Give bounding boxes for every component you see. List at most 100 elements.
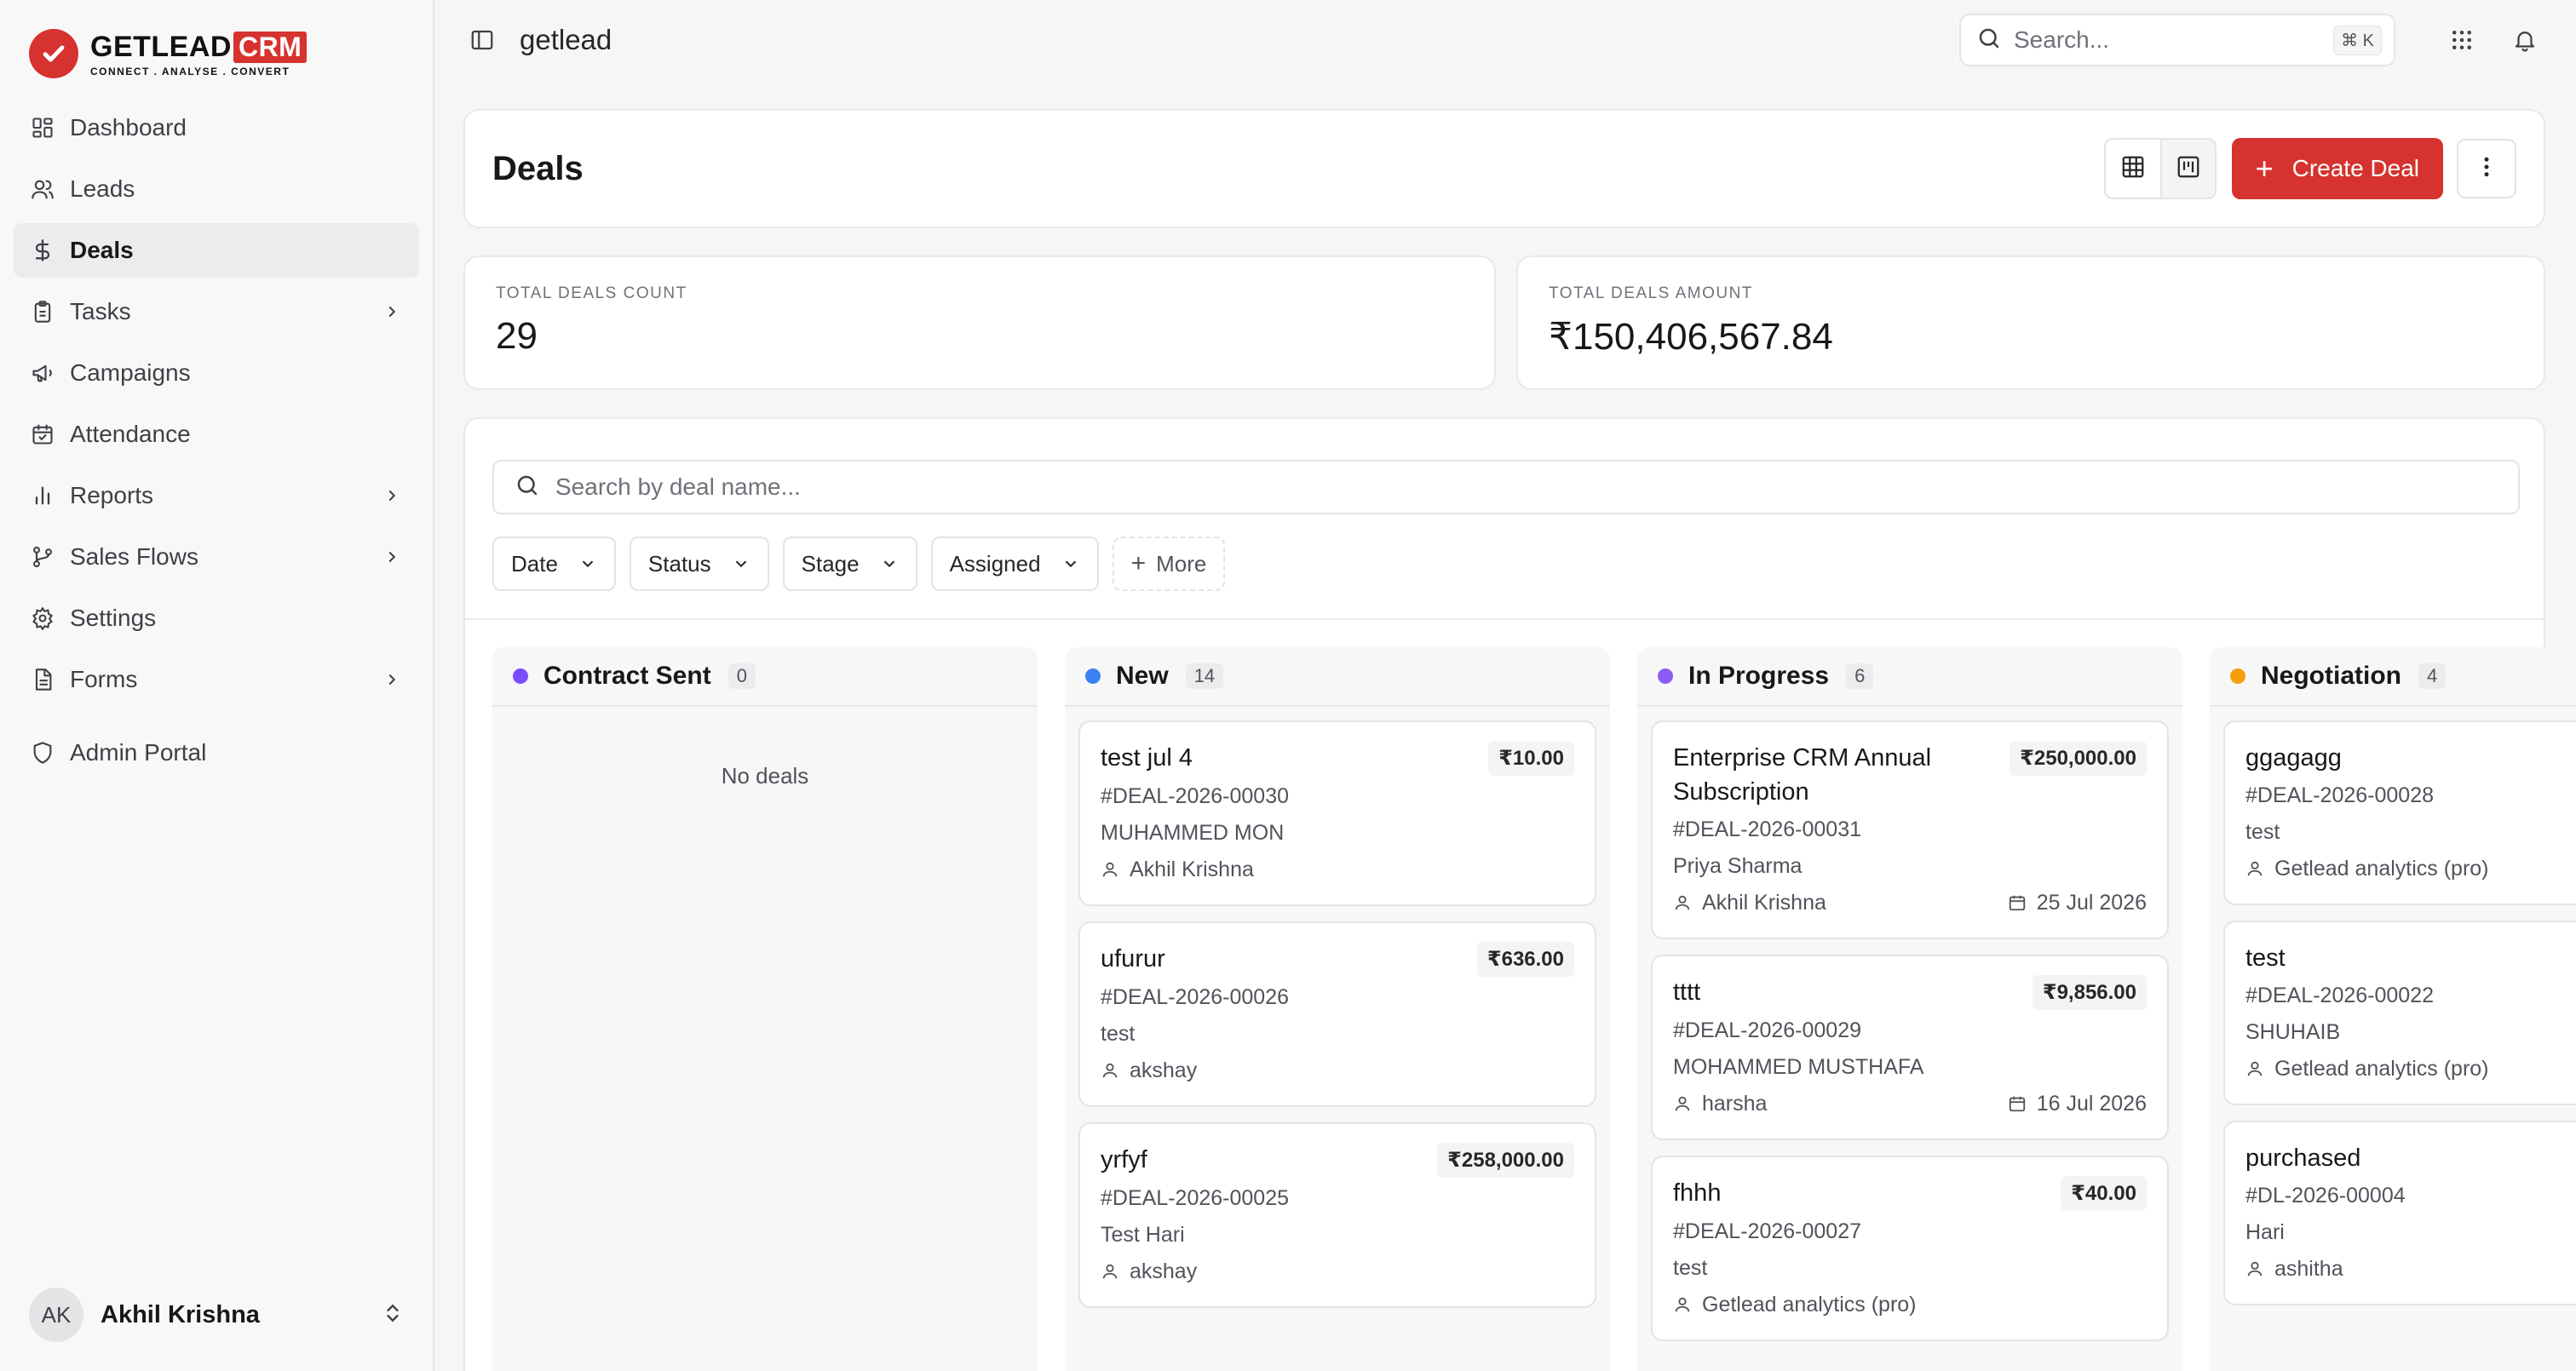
calendar-check-icon bbox=[29, 421, 56, 448]
empty-state: No deals bbox=[721, 763, 809, 789]
sidebar-item-leads[interactable]: Leads bbox=[14, 162, 419, 216]
bar-chart-icon bbox=[29, 482, 56, 509]
column-title: New bbox=[1116, 662, 1169, 690]
sidebar-item-label: Admin Portal bbox=[70, 739, 207, 766]
bell-icon[interactable] bbox=[2504, 20, 2545, 60]
kanban-view-button[interactable] bbox=[2159, 140, 2215, 198]
filter-assigned[interactable]: Assigned bbox=[930, 536, 1099, 591]
filter-date[interactable]: Date bbox=[492, 536, 616, 591]
deal-owner: ashitha bbox=[2274, 1257, 2343, 1281]
search-shortcut: ⌘ K bbox=[2333, 25, 2382, 55]
search-placeholder: Search... bbox=[2014, 26, 2110, 53]
chevrons-up-down-icon bbox=[382, 1302, 404, 1328]
deal-search-placeholder: Search by deal name... bbox=[555, 473, 801, 500]
global-search-input[interactable]: Search... ⌘ K bbox=[1959, 14, 2395, 66]
sidebar-item-sales-flows[interactable]: Sales Flows bbox=[14, 530, 419, 584]
table-view-button[interactable] bbox=[2106, 140, 2160, 198]
deal-card[interactable]: ggagagg #DEAL-2026-00028 test Getlead an… bbox=[2223, 720, 2576, 905]
deal-search-input[interactable]: Search by deal name... bbox=[492, 460, 2520, 514]
table-icon bbox=[2120, 154, 2146, 184]
sidebar-item-admin-portal[interactable]: Admin Portal bbox=[14, 726, 419, 780]
deal-contact: test bbox=[1673, 1256, 1708, 1280]
stat-value: 29 bbox=[496, 315, 538, 357]
deal-card[interactable]: Enterprise CRM Annual Subscription ₹250,0… bbox=[1651, 720, 2169, 939]
plus-icon: + bbox=[1130, 549, 1147, 577]
user-icon bbox=[1673, 893, 1693, 914]
sidebar-item-forms[interactable]: Forms bbox=[14, 652, 419, 707]
stat-label: TOTAL DEALS COUNT bbox=[496, 284, 687, 302]
deal-amount: ₹636.00 bbox=[1476, 942, 1574, 977]
deal-card[interactable]: fhhh ₹40.00 #DEAL-2026-00027 test Getlead… bbox=[1651, 1156, 2169, 1341]
sidebar-item-campaigns[interactable]: Campaigns bbox=[14, 346, 419, 400]
deal-card[interactable]: purchased #DL-2026-00004 Hari ashitha bbox=[2223, 1121, 2576, 1305]
deal-owner: Getlead analytics (pro) bbox=[2274, 1057, 2489, 1081]
page-title: Deals bbox=[492, 149, 584, 187]
file-text-icon bbox=[29, 666, 56, 693]
column-title: In Progress bbox=[1688, 662, 1830, 690]
deal-date: 25 Jul 2026 bbox=[2036, 891, 2147, 915]
deal-owner: akshay bbox=[1130, 1259, 1198, 1283]
search-icon bbox=[515, 473, 540, 502]
column-count: 14 bbox=[1185, 663, 1224, 689]
deal-card[interactable]: yrfyf ₹258,000.00 #DEAL-2026-00025 Test H… bbox=[1078, 1122, 1596, 1308]
gear-icon bbox=[29, 605, 56, 632]
more-options-button[interactable] bbox=[2457, 139, 2516, 198]
column-header: Negotiation 4 bbox=[2210, 647, 2576, 707]
deal-card[interactable]: ufurur ₹636.00 #DEAL-2026-00026 test aksh… bbox=[1078, 921, 1596, 1107]
user-menu[interactable]: AK Akhil Krishna bbox=[14, 1282, 419, 1347]
sidebar-toggle-icon[interactable] bbox=[465, 23, 499, 57]
users-icon bbox=[29, 175, 56, 203]
plus-icon: + bbox=[2255, 151, 2274, 186]
chevron-right-icon bbox=[380, 545, 404, 569]
deal-amount: ₹9,856.00 bbox=[2032, 975, 2147, 1010]
brand-name: GETLEAD bbox=[90, 30, 232, 63]
deal-amount: ₹250,000.00 bbox=[2010, 741, 2147, 776]
deal-name: purchased bbox=[2245, 1144, 2361, 1172]
create-deal-button[interactable]: + Create Deal bbox=[2231, 138, 2443, 199]
chevron-right-icon bbox=[380, 300, 404, 324]
sidebar-item-label: Tasks bbox=[70, 298, 131, 324]
deal-id: #DEAL-2026-00025 bbox=[1101, 1186, 1289, 1210]
deal-owner: Akhil Krishna bbox=[1702, 891, 1826, 915]
deal-owner: harsha bbox=[1702, 1092, 1768, 1116]
deal-owner: Akhil Krishna bbox=[1130, 858, 1254, 881]
deal-name: test bbox=[2245, 944, 2286, 972]
kanban-column-negotiation: Negotiation 4 ggagagg #DEAL-2026-00028 t… bbox=[2210, 647, 2576, 1371]
sidebar-item-label: Attendance bbox=[70, 421, 191, 447]
create-deal-label: Create Deal bbox=[2291, 155, 2419, 181]
sidebar-item-label: Settings bbox=[70, 605, 157, 631]
filter-status[interactable]: Status bbox=[629, 536, 769, 591]
deal-card[interactable]: test #DEAL-2026-00022 SHUHAIB Getlead an… bbox=[2223, 921, 2576, 1105]
more-vertical-icon bbox=[2474, 154, 2499, 184]
kanban-column-in-progress: In Progress 6 Enterprise CRM Annual Subs… bbox=[1637, 647, 2182, 1371]
clipboard-icon bbox=[29, 298, 56, 325]
deal-card[interactable]: test jul 4 ₹10.00 #DEAL-2026-00030 MUHAMM… bbox=[1078, 720, 1596, 906]
deal-owner: akshay bbox=[1130, 1058, 1198, 1082]
filter-stage[interactable]: Stage bbox=[782, 536, 917, 591]
kanban-columns: Contract Sent 0 No deals New 14 test jul… bbox=[492, 647, 2576, 1371]
deal-contact: test bbox=[2245, 820, 2280, 844]
sidebar-item-settings[interactable]: Settings bbox=[14, 591, 419, 645]
column-count: 6 bbox=[1846, 663, 1874, 689]
deal-id: #DEAL-2026-00030 bbox=[1101, 784, 1289, 808]
brand-logo[interactable]: GETLEAD CRM CONNECT . ANALYSE . CONVERT bbox=[14, 24, 419, 83]
user-icon bbox=[1101, 1262, 1121, 1282]
apps-grid-icon[interactable] bbox=[2441, 20, 2482, 60]
deal-name: Enterprise CRM Annual Subscription bbox=[1673, 744, 1932, 806]
sidebar-item-reports[interactable]: Reports bbox=[14, 468, 419, 523]
calendar-icon bbox=[2008, 1094, 2028, 1115]
deal-owner: Getlead analytics (pro) bbox=[1702, 1293, 1917, 1317]
sidebar-item-deals[interactable]: Deals bbox=[14, 223, 419, 278]
sidebar-item-tasks[interactable]: Tasks bbox=[14, 284, 419, 339]
deal-card[interactable]: tttt ₹9,856.00 #DEAL-2026-00029 MOHAMMED … bbox=[1651, 955, 2169, 1140]
sidebar-item-attendance[interactable]: Attendance bbox=[14, 407, 419, 462]
filter-label: Status bbox=[647, 550, 711, 577]
deal-date: 16 Jul 2026 bbox=[2036, 1092, 2147, 1116]
more-filters-button[interactable]: + More bbox=[1112, 536, 1226, 591]
megaphone-icon bbox=[29, 359, 56, 387]
deal-amount: ₹258,000.00 bbox=[1437, 1143, 1574, 1178]
deal-amount: ₹40.00 bbox=[2061, 1176, 2147, 1211]
sidebar: GETLEAD CRM CONNECT . ANALYSE . CONVERT D… bbox=[0, 0, 434, 1371]
chevron-down-icon bbox=[880, 554, 899, 573]
sidebar-item-dashboard[interactable]: Dashboard bbox=[14, 100, 419, 155]
